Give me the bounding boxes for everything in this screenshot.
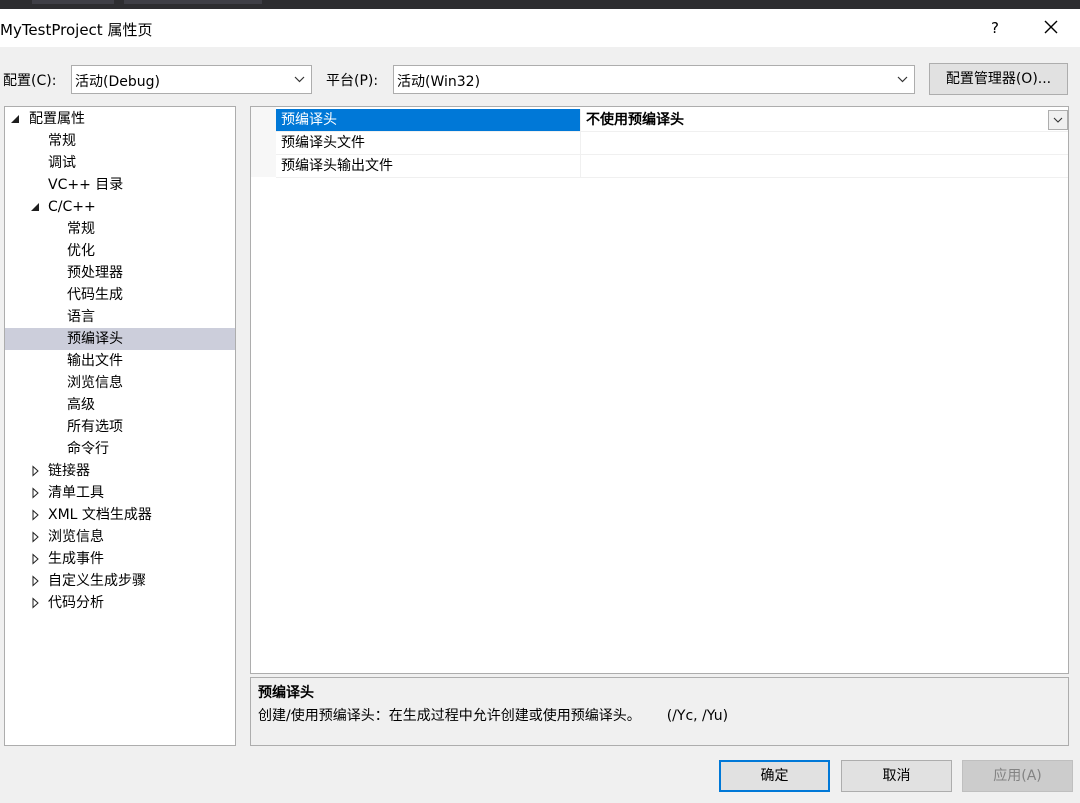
cancel-button[interactable]: 取消 [841,760,952,792]
collapsed-triangle-icon[interactable] [31,548,45,570]
tree-item[interactable]: 预处理器 [5,262,235,284]
property-name: 预编译头 [276,109,580,131]
background-tab [124,0,262,4]
chevron-down-icon [1053,117,1063,123]
property-name: 预编译头文件 [281,135,365,151]
background-window-strip [0,0,1080,9]
tree-item-label: C/C++ [48,199,96,215]
property-value[interactable] [580,132,1068,154]
chevron-down-icon [294,76,305,83]
property-grid[interactable]: 预编译头 不使用预编译头预编译头文件预编译头输出文件 [250,106,1069,674]
collapsed-triangle-icon[interactable] [31,570,45,592]
chevron-down-icon [897,76,908,83]
tree-item[interactable]: C/C++ [5,196,235,218]
tree-item-label: 高级 [67,397,95,413]
title-bar: MyTestProject 属性页 ? [0,9,1080,47]
configuration-combobox[interactable]: 活动(Debug) [71,65,312,94]
tree-item-label: 代码分析 [48,595,104,611]
tree-item[interactable]: 配置属性 [5,108,235,130]
apply-button[interactable]: 应用(A) [962,760,1073,792]
tree-item-label: 自定义生成步骤 [48,573,146,589]
property-row[interactable]: 预编译头 不使用预编译头 [276,109,1068,132]
property-row[interactable]: 预编译头输出文件 [276,155,1068,178]
collapsed-triangle-icon[interactable] [31,504,45,526]
tree-item[interactable]: 代码生成 [5,284,235,306]
collapsed-triangle-icon[interactable] [31,482,45,504]
tree-item-label: 浏览信息 [67,375,123,391]
tree-item-label: 预编译头 [67,331,123,347]
collapsed-triangle-icon[interactable] [31,526,45,548]
tree-item-label: XML 文档生成器 [48,507,152,523]
tree-item[interactable]: 链接器 [5,460,235,482]
tree-item[interactable]: 命令行 [5,438,235,460]
tree-item-label: 调试 [48,155,76,171]
tree-item-label: 预处理器 [67,265,123,281]
platform-combobox[interactable]: 活动(Win32) [393,65,915,94]
tree-item[interactable]: 优化 [5,240,235,262]
tree-item-label: 常规 [67,221,95,237]
tree-item-label: 清单工具 [48,485,104,501]
tree-item-label: 浏览信息 [48,529,104,545]
tree-item-label: VC++ 目录 [48,177,124,193]
description-switches: (/Yc, /Yu) [666,708,729,724]
tree-item-label: 命令行 [67,441,109,457]
grid-gutter [251,107,276,177]
expanded-triangle-icon[interactable] [31,196,45,218]
collapsed-triangle-icon[interactable] [31,460,45,482]
configuration-manager-button[interactable]: 配置管理器(O)... [929,63,1068,95]
description-body: 创建/使用预编译头：在生成过程中允许创建或使用预编译头。 (/Yc, /Yu) [258,705,728,725]
platform-value: 活动(Win32) [397,74,481,90]
property-value[interactable]: 不使用预编译头 [580,109,1068,131]
property-tree[interactable]: 配置属性 常规 调试 VC++ 目录 C/C++ 常规 优化 预处理器 代码生成 语言 预编译头 输出… [4,106,236,746]
tree-item[interactable]: 浏览信息 [5,372,235,394]
tree-item[interactable]: 常规 [5,130,235,152]
help-button[interactable]: ? [978,15,1012,41]
tree-item[interactable]: 生成事件 [5,548,235,570]
tree-item[interactable]: 常规 [5,218,235,240]
value-dropdown-button[interactable] [1048,110,1068,130]
background-tab [32,0,114,4]
ok-button[interactable]: 确定 [719,760,830,792]
configuration-value: 活动(Debug) [75,74,160,90]
tree-item[interactable]: 输出文件 [5,350,235,372]
tree-item-label: 链接器 [48,463,90,479]
property-value[interactable] [580,155,1068,177]
tree-item-label: 所有选项 [67,419,123,435]
close-icon [1044,20,1058,34]
tree-item[interactable]: 自定义生成步骤 [5,570,235,592]
close-button[interactable] [1034,15,1068,41]
tree-item[interactable]: 高级 [5,394,235,416]
tree-item-label: 输出文件 [67,353,123,369]
platform-label: 平台(P): [326,73,379,89]
property-row[interactable]: 预编译头文件 [276,132,1068,155]
description-title: 预编译头 [258,685,314,701]
tree-item-label: 优化 [67,243,95,259]
tree-item[interactable]: 预编译头 [5,328,235,350]
description-panel: 预编译头 创建/使用预编译头：在生成过程中允许创建或使用预编译头。 (/Yc, /… [250,677,1069,746]
window-title: MyTestProject 属性页 [0,21,153,39]
configuration-label: 配置(C): [3,73,57,89]
tree-item-label: 常规 [48,133,76,149]
collapsed-triangle-icon[interactable] [31,592,45,614]
tree-item[interactable]: 代码分析 [5,592,235,614]
tree-item[interactable]: 所有选项 [5,416,235,438]
tree-item[interactable]: 浏览信息 [5,526,235,548]
expanded-triangle-icon[interactable] [11,108,25,130]
tree-item-label: 配置属性 [29,111,85,127]
tree-item-label: 语言 [67,309,95,325]
description-text: 创建/使用预编译头：在生成过程中允许创建或使用预编译头。 [258,708,641,724]
tree-item[interactable]: 语言 [5,306,235,328]
tree-item-label: 生成事件 [48,551,104,567]
tree-item[interactable]: 调试 [5,152,235,174]
property-name: 预编译头输出文件 [281,158,393,174]
tree-item[interactable]: 清单工具 [5,482,235,504]
tree-item-label: 代码生成 [67,287,123,303]
tree-item[interactable]: VC++ 目录 [5,174,235,196]
tree-item[interactable]: XML 文档生成器 [5,504,235,526]
